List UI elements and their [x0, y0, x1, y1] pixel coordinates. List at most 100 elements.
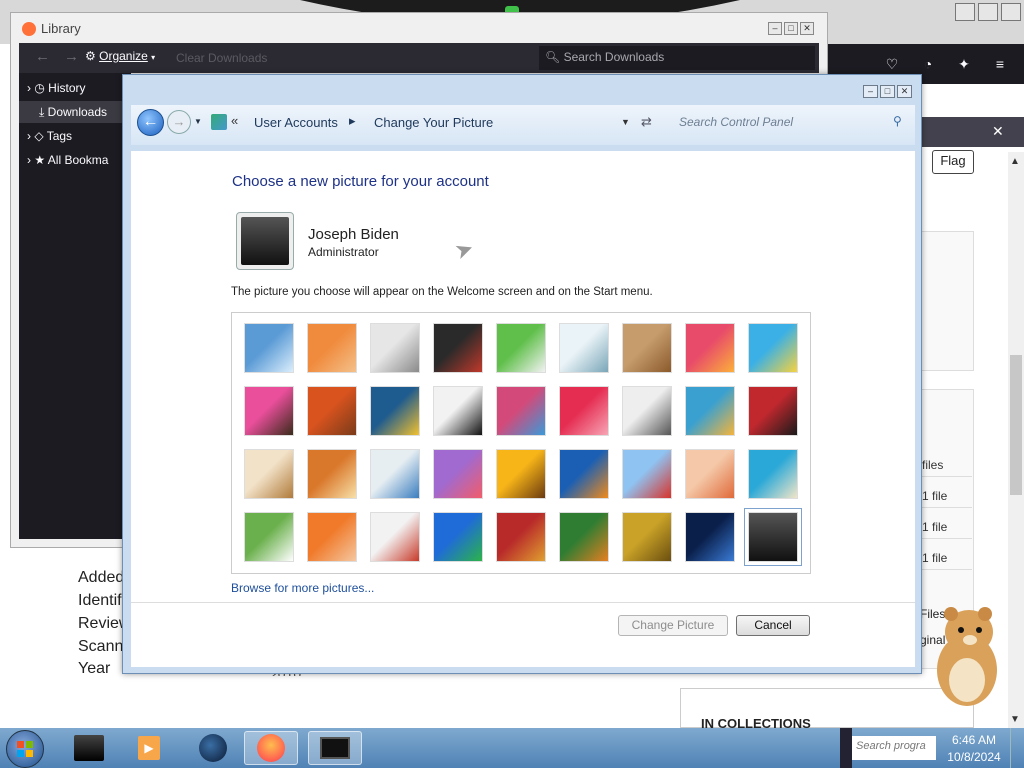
search-control-panel-input[interactable]: Search Control Panel	[671, 112, 911, 134]
picture-crayons[interactable]	[496, 386, 546, 436]
chevron-left-icon[interactable]: «	[231, 113, 238, 128]
picture-pink-flower[interactable]	[685, 323, 735, 373]
clock-time[interactable]: 6:46 AM	[944, 733, 1004, 747]
picture-doll[interactable]	[685, 449, 735, 499]
picture-pinwheel[interactable]	[748, 323, 798, 373]
picture-toy-robot[interactable]	[370, 449, 420, 499]
browse-pictures-link[interactable]: Browse for more pictures...	[231, 581, 374, 595]
organize-menu[interactable]: ⚙ Organize ▾	[85, 49, 155, 63]
pocket-icon[interactable]: ♡	[882, 56, 902, 74]
picture-jacks[interactable]	[622, 386, 672, 436]
sidebar-item-history[interactable]: › ◷ History	[19, 77, 131, 99]
picture-pomeranian[interactable]	[307, 449, 357, 499]
picture-yellow-leaf[interactable]	[370, 386, 420, 436]
files-row[interactable]: 1 file	[922, 520, 972, 539]
clock-date[interactable]: 10/8/2024	[944, 750, 1004, 764]
picture-stairs[interactable]	[685, 386, 735, 436]
sidebar-item-tags[interactable]: › ◇ Tags	[19, 125, 131, 147]
picture-hot-air-balloon[interactable]	[622, 449, 672, 499]
change-picture-button[interactable]: Change Picture	[618, 615, 728, 636]
search-downloads-input[interactable]: 🔍︎ Search Downloads	[539, 46, 815, 70]
picture-guitar[interactable]	[244, 449, 294, 499]
picture-current-picture[interactable]	[744, 508, 802, 566]
close-button[interactable]: ✕	[800, 22, 814, 35]
picture-robot-toy[interactable]	[370, 323, 420, 373]
files-row[interactable]: files	[922, 458, 972, 477]
picture-dog[interactable]	[433, 386, 483, 436]
forward-button[interactable]: →	[167, 110, 191, 134]
user-role: Administrator	[308, 245, 379, 259]
picture-fish[interactable]	[559, 449, 609, 499]
scrollbar-thumb[interactable]	[1010, 355, 1022, 495]
picture-wicker[interactable]	[622, 512, 672, 562]
picture-scarves[interactable]	[433, 449, 483, 499]
maximize-button[interactable]: □	[880, 85, 895, 98]
taskbar-app-media[interactable]: ▶	[122, 731, 176, 765]
breadcrumb-user-accounts[interactable]: User Accounts	[254, 115, 338, 130]
start-search-input[interactable]: Search progra	[852, 736, 936, 760]
picture-gyroscope[interactable]	[559, 323, 609, 373]
picture-ball[interactable]	[244, 386, 294, 436]
picture-orange-fabric[interactable]	[307, 512, 357, 562]
media-player-icon: ▶	[138, 736, 160, 760]
search-icon[interactable]: ⚲	[893, 114, 902, 128]
picture-red-star[interactable]	[559, 386, 609, 436]
picture-paper-crane[interactable]	[748, 386, 798, 436]
picture-sailboat[interactable]	[748, 449, 798, 499]
picture-soccer-ball[interactable]	[244, 512, 294, 562]
picture-butterfly[interactable]	[559, 512, 609, 562]
close-icon[interactable]: ✕	[992, 123, 1004, 140]
taskbar-app-control-panel[interactable]	[308, 731, 362, 765]
taskbar-app-firefox[interactable]	[244, 731, 298, 765]
address-dropdown-icon[interactable]: ▼	[621, 117, 630, 127]
tag-icon: ◇	[34, 129, 44, 143]
close-button[interactable]: ✕	[897, 85, 912, 98]
maximize-button[interactable]	[978, 3, 998, 21]
clock-icon: ◷	[34, 81, 45, 95]
picture-starfish[interactable]	[307, 323, 357, 373]
picture-sunflower[interactable]	[496, 449, 546, 499]
control-panel-icon	[211, 114, 227, 130]
files-row[interactable]: 1 file	[922, 489, 972, 508]
minimize-button[interactable]: –	[768, 22, 782, 35]
minimize-button[interactable]	[955, 3, 975, 21]
picture-roller-coaster[interactable]	[244, 323, 294, 373]
refresh-icon[interactable]: ⇄	[641, 114, 652, 130]
breadcrumb-change-picture[interactable]: Change Your Picture	[374, 115, 493, 130]
close-button[interactable]	[1001, 3, 1021, 21]
recent-pages-dropdown-icon[interactable]: ▼	[194, 117, 202, 126]
taskbar-app-globe[interactable]	[186, 731, 240, 765]
search-icon: 🔍︎	[545, 50, 561, 64]
sidebar-item-bookmarks[interactable]: › ★ All Bookma	[19, 149, 131, 171]
maximize-button[interactable]: □	[784, 22, 798, 35]
show-desktop-button[interactable]	[1010, 728, 1024, 768]
clear-downloads-button[interactable]: Clear Downloads	[176, 51, 267, 65]
library-title: Library	[41, 21, 81, 36]
picture-lucky-cat[interactable]	[496, 323, 546, 373]
address-bar: ← → ▼ « User Accounts ▸ Change Your Pict…	[131, 105, 915, 145]
cancel-button[interactable]: Cancel	[736, 615, 810, 636]
menu-icon[interactable]: ≡	[990, 56, 1010, 74]
sidebar-item-downloads[interactable]: ⤓ Downloads	[19, 101, 131, 123]
firefox-icon	[257, 734, 285, 762]
extensions-icon[interactable]: ✦	[954, 56, 974, 74]
hamster-mascot-icon[interactable]	[925, 604, 1007, 708]
minimize-button[interactable]: –	[863, 85, 878, 98]
taskbar-app-box[interactable]	[62, 731, 116, 765]
picture-marbles[interactable]	[370, 512, 420, 562]
picture-lighthouse[interactable]	[685, 512, 735, 562]
scroll-up-icon[interactable]: ▲	[1010, 156, 1020, 167]
picture-kitten[interactable]	[622, 323, 672, 373]
picture-woven-rug[interactable]	[496, 512, 546, 562]
picture-fabric-stripes[interactable]	[307, 386, 357, 436]
flag-button[interactable]: Flag	[932, 150, 974, 174]
start-button[interactable]	[6, 730, 44, 768]
breadcrumb-separator-icon[interactable]: ▸	[349, 113, 356, 129]
back-arrow-icon[interactable]: ←	[35, 48, 64, 65]
account-icon[interactable]: ◔	[918, 56, 938, 74]
files-row[interactable]: 1 file	[922, 551, 972, 570]
scroll-down-icon[interactable]: ▼	[1010, 714, 1020, 725]
picture-green-window[interactable]	[433, 512, 483, 562]
back-button[interactable]: ←	[137, 109, 164, 136]
picture-record-player[interactable]	[433, 323, 483, 373]
